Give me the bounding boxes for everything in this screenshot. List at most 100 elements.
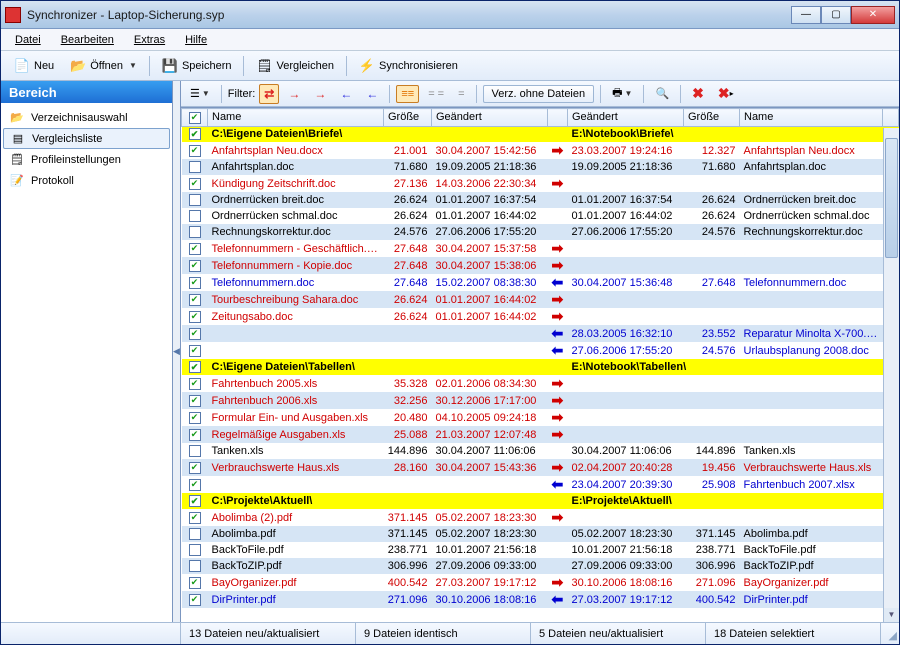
close-button[interactable]: ✕ (851, 6, 895, 24)
col-header-name-right[interactable]: Name (740, 109, 883, 127)
file-row[interactable]: Fahrtenbuch 2005.xls35.32802.01.2006 08:… (182, 375, 899, 392)
cell-action[interactable]: ➡ (548, 409, 568, 426)
row-checkbox[interactable] (189, 194, 201, 206)
col-header-checkbox[interactable] (182, 109, 208, 127)
dropdown-icon[interactable]: ▼ (129, 61, 137, 70)
maximize-button[interactable]: ▢ (821, 6, 851, 24)
sidebar-item-vergleichsliste[interactable]: ▤Vergleichsliste (3, 128, 170, 149)
cell-action[interactable]: ➡ (548, 240, 568, 257)
row-checkbox[interactable] (189, 361, 201, 373)
row-checkbox[interactable] (189, 294, 201, 306)
file-row[interactable]: ⬅27.06.2006 17:55:2024.576Urlaubsplanung… (182, 342, 899, 359)
cell-action[interactable]: ➡ (548, 509, 568, 526)
sidebar-collapse-handle[interactable]: ◀ (173, 81, 181, 622)
file-row[interactable]: Ordnerrücken breit.doc26.62401.01.2007 1… (182, 192, 899, 208)
row-checkbox[interactable] (189, 145, 201, 157)
sidebar-item-profileinstellungen[interactable]: 🗒Profileinstellungen (1, 149, 172, 170)
file-row[interactable]: Formular Ein- und Ausgaben.xls20.48004.1… (182, 409, 899, 426)
cell-action[interactable]: ➡ (548, 574, 568, 591)
check-all-icon[interactable] (189, 112, 201, 124)
toolbar-oeffnen[interactable]: Öffnen ▼ (63, 54, 144, 78)
toolbar-vergleichen[interactable]: Vergleichen (249, 54, 341, 78)
row-checkbox[interactable] (189, 378, 201, 390)
file-row[interactable]: Tanken.xls144.89630.04.2007 11:06:0630.0… (182, 443, 899, 459)
filter-show-all-dropdown[interactable]: ☰▼ (185, 84, 215, 103)
folder-group-row[interactable]: C:\Projekte\Aktuell\E:\Projekte\Aktuell\ (182, 493, 899, 509)
menu-datei[interactable]: Datei (7, 32, 49, 48)
cell-action[interactable]: ⬅ (548, 591, 568, 608)
sidebar-item-verzeichnisauswahl[interactable]: 📂Verzeichnisauswahl (1, 107, 172, 128)
cell-action[interactable] (548, 192, 568, 208)
row-checkbox[interactable] (189, 462, 201, 474)
row-checkbox[interactable] (189, 395, 201, 407)
row-checkbox[interactable] (189, 429, 201, 441)
row-checkbox[interactable] (189, 528, 201, 540)
cell-action[interactable] (548, 159, 568, 175)
menu-extras[interactable]: Extras (126, 32, 173, 48)
filter-only-left[interactable]: ← (361, 84, 383, 104)
cell-action[interactable] (548, 542, 568, 558)
row-checkbox[interactable] (189, 277, 201, 289)
filter-both-directions[interactable]: ⇄ (259, 84, 279, 104)
row-checkbox[interactable] (189, 560, 201, 572)
col-header-name-left[interactable]: Name (208, 109, 384, 127)
cell-action[interactable]: ➡ (548, 175, 568, 192)
preview-button[interactable]: 🔍 (650, 84, 674, 103)
cell-action[interactable] (548, 443, 568, 459)
cell-action[interactable]: ➡ (548, 308, 568, 325)
file-row[interactable]: Telefonnummern.doc27.64815.02.2007 08:38… (182, 274, 899, 291)
filter-show-diffs[interactable]: ≡≡ (396, 85, 419, 103)
menu-bearbeiten[interactable]: Bearbeiten (53, 32, 122, 48)
hide-empty-folders-button[interactable]: Verz. ohne Dateien (483, 85, 595, 103)
col-header-date-left[interactable]: Geändert (432, 109, 548, 127)
vertical-scrollbar[interactable]: ▼ (883, 128, 899, 622)
cell-action[interactable]: ➡ (548, 392, 568, 409)
delete-all-button[interactable]: ✖▸ (713, 82, 739, 105)
cell-action[interactable] (548, 526, 568, 542)
file-row[interactable]: Anfahrtsplan Neu.docx21.00130.04.2007 15… (182, 142, 899, 159)
file-row[interactable]: Zeitungsabo.doc26.62401.01.2007 16:44:02… (182, 308, 899, 325)
delete-button[interactable]: ✖ (687, 82, 709, 105)
file-row[interactable]: Kündigung Zeitschrift.doc27.13614.03.200… (182, 175, 899, 192)
file-row[interactable]: BayOrganizer.pdf400.54227.03.2007 19:17:… (182, 574, 899, 591)
file-row[interactable]: BackToZIP.pdf306.99627.09.2006 09:33:002… (182, 558, 899, 574)
cell-action[interactable]: ➡ (548, 426, 568, 443)
minimize-button[interactable]: — (791, 6, 821, 24)
folder-group-row[interactable]: C:\Eigene Dateien\Briefe\E:\Notebook\Bri… (182, 126, 899, 142)
row-checkbox[interactable] (189, 512, 201, 524)
row-checkbox[interactable] (189, 226, 201, 238)
filter-show-equal[interactable]: = = (423, 85, 449, 103)
row-checkbox[interactable] (189, 311, 201, 323)
row-checkbox[interactable] (189, 345, 201, 357)
file-row[interactable]: Abolimba.pdf371.14505.02.2007 18:23:3005… (182, 526, 899, 542)
cell-action[interactable]: ⬅ (548, 342, 568, 359)
file-row[interactable]: Rechnungskorrektur.doc24.57627.06.2006 1… (182, 224, 899, 240)
resize-grip-icon[interactable]: ◢ (881, 623, 899, 644)
file-row[interactable]: Anfahrtsplan.doc71.68019.09.2005 21:18:3… (182, 159, 899, 175)
col-header-size-right[interactable]: Größe (684, 109, 740, 127)
row-checkbox[interactable] (189, 210, 201, 222)
file-row[interactable]: Tourbeschreibung Sahara.doc26.62401.01.2… (182, 291, 899, 308)
row-checkbox[interactable] (189, 412, 201, 424)
col-header-action[interactable] (548, 109, 568, 127)
toolbar-neu[interactable]: Neu (7, 54, 61, 78)
file-row[interactable]: Verbrauchswerte Haus.xls28.16030.04.2007… (182, 459, 899, 476)
file-row[interactable]: Telefonnummern - Kopie.doc27.64830.04.20… (182, 257, 899, 274)
menu-hilfe[interactable]: Hilfe (177, 32, 215, 48)
row-checkbox[interactable] (189, 161, 201, 173)
file-row[interactable]: Fahrtenbuch 2006.xls32.25630.12.2006 17:… (182, 392, 899, 409)
toolbar-speichern[interactable]: Speichern (155, 54, 239, 78)
row-checkbox[interactable] (189, 243, 201, 255)
row-checkbox[interactable] (189, 544, 201, 556)
print-button[interactable]: 🖶▼ (607, 81, 637, 106)
row-checkbox[interactable] (189, 594, 201, 606)
sidebar-item-protokoll[interactable]: 📝Protokoll (1, 170, 172, 191)
row-checkbox[interactable] (189, 479, 201, 491)
file-row[interactable]: DirPrinter.pdf271.09630.10.2006 18:08:16… (182, 591, 899, 608)
file-row[interactable]: ⬅23.04.2007 20:39:3025.908Fahrtenbuch 20… (182, 476, 899, 493)
col-header-date-right[interactable]: Geändert (568, 109, 684, 127)
filter-only-right[interactable]: → (283, 84, 305, 104)
file-row[interactable]: Abolimba (2).pdf371.14505.02.2007 18:23:… (182, 509, 899, 526)
row-checkbox[interactable] (189, 260, 201, 272)
row-checkbox[interactable] (189, 178, 201, 190)
